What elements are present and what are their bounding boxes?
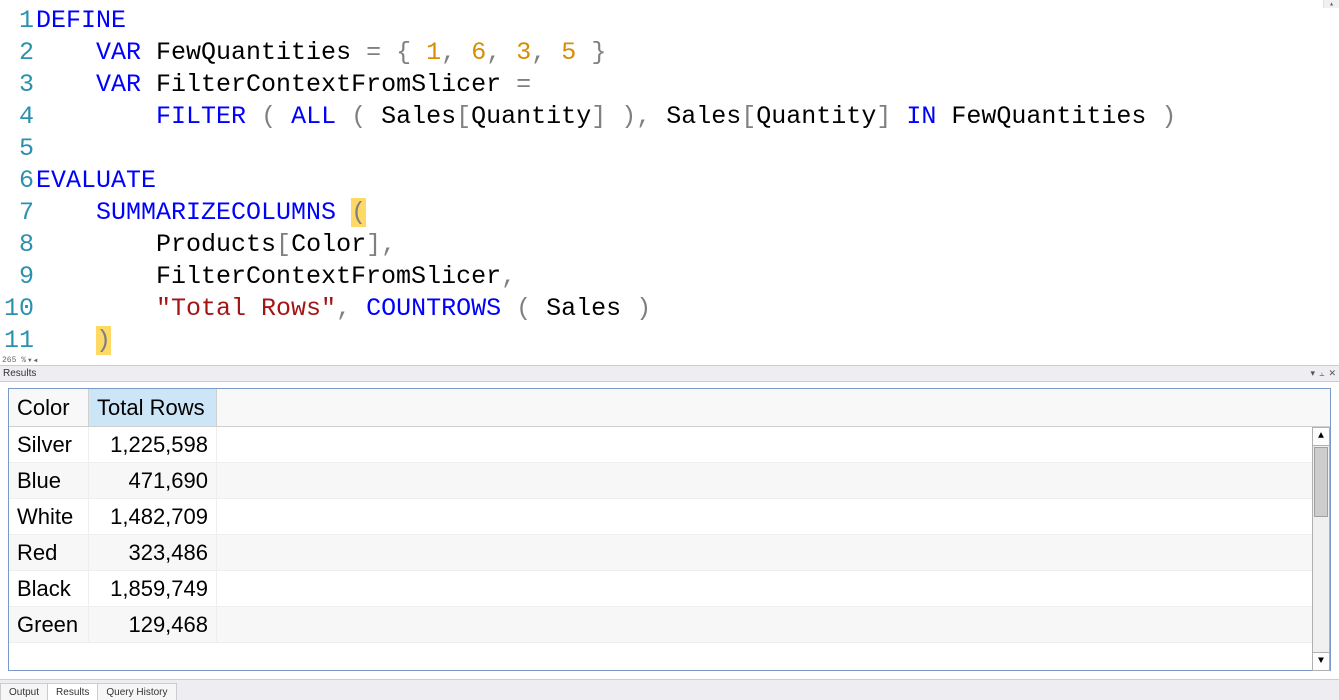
status-tab-query-history[interactable]: Query History: [97, 683, 176, 700]
cell-total-rows: 1,482,709: [89, 499, 217, 534]
cell-color: Black: [9, 571, 89, 606]
panel-dropdown-icon[interactable]: ▾: [1310, 368, 1315, 379]
table-row[interactable]: Blue471,690: [9, 463, 1330, 499]
cell-total-rows: 1,225,598: [89, 427, 217, 462]
table-row[interactable]: Red323,486: [9, 535, 1330, 571]
column-header-color[interactable]: Color: [9, 389, 89, 426]
grid-header-row: Color Total Rows: [9, 389, 1330, 427]
line-number: 6: [0, 165, 34, 197]
column-header-total-rows[interactable]: Total Rows: [89, 389, 217, 426]
scroll-up-icon[interactable]: ▲: [1313, 428, 1329, 446]
column-header-filler: [217, 389, 1330, 426]
table-row[interactable]: White1,482,709: [9, 499, 1330, 535]
cell-color: Blue: [9, 463, 89, 498]
cell-total-rows: 1,859,749: [89, 571, 217, 606]
line-number: 5: [0, 133, 34, 165]
panel-pin-icon[interactable]: ⫠: [1319, 368, 1324, 379]
panel-close-icon[interactable]: ✕: [1328, 368, 1336, 379]
status-tab-results[interactable]: Results: [47, 683, 98, 700]
code-editor[interactable]: ▴ 1234567891011 DEFINE VAR FewQuantities…: [0, 0, 1339, 365]
status-tab-bar: OutputResultsQuery History: [0, 679, 1339, 700]
cell-total-rows: 129,468: [89, 607, 217, 642]
results-panel-title: Results: [3, 368, 36, 379]
line-number: 4: [0, 101, 34, 133]
line-number: 7: [0, 197, 34, 229]
status-tab-output[interactable]: Output: [0, 683, 48, 700]
cell-color: Silver: [9, 427, 89, 462]
results-scrollbar[interactable]: ▲ ▼: [1312, 427, 1330, 671]
grid-body: Silver1,225,598Blue471,690White1,482,709…: [9, 427, 1330, 643]
cell-color: White: [9, 499, 89, 534]
results-grid-container: Color Total Rows Silver1,225,598Blue471,…: [8, 388, 1331, 671]
code-area[interactable]: DEFINE VAR FewQuantities = { 1, 6, 3, 5 …: [34, 0, 1339, 365]
line-number-gutter: 1234567891011: [0, 0, 34, 365]
scroll-thumb[interactable]: [1314, 447, 1328, 517]
line-number: 10: [0, 293, 34, 325]
results-grid[interactable]: Color Total Rows Silver1,225,598Blue471,…: [9, 389, 1330, 670]
zoom-dropdown-icon[interactable]: ▼: [28, 357, 32, 364]
cell-total-rows: 323,486: [89, 535, 217, 570]
line-number: 8: [0, 229, 34, 261]
zoom-left-icon[interactable]: ◀: [34, 357, 38, 364]
scroll-down-icon[interactable]: ▼: [1313, 652, 1329, 670]
line-number: 3: [0, 69, 34, 101]
zoom-indicator[interactable]: 265 % ▼ ◀: [0, 356, 37, 365]
cell-color: Green: [9, 607, 89, 642]
cell-total-rows: 471,690: [89, 463, 217, 498]
table-row[interactable]: Green129,468: [9, 607, 1330, 643]
editor-scroll-up[interactable]: ▴: [1323, 0, 1339, 8]
line-number: 1: [0, 5, 34, 37]
cell-color: Red: [9, 535, 89, 570]
line-number: 2: [0, 37, 34, 69]
table-row[interactable]: Black1,859,749: [9, 571, 1330, 607]
table-row[interactable]: Silver1,225,598: [9, 427, 1330, 463]
line-number: 9: [0, 261, 34, 293]
results-pane: Color Total Rows Silver1,225,598Blue471,…: [0, 382, 1339, 679]
line-number: 11: [0, 325, 34, 357]
zoom-label: 265 %: [2, 356, 26, 365]
results-panel-header[interactable]: Results ▾ ⫠ ✕: [0, 365, 1339, 382]
